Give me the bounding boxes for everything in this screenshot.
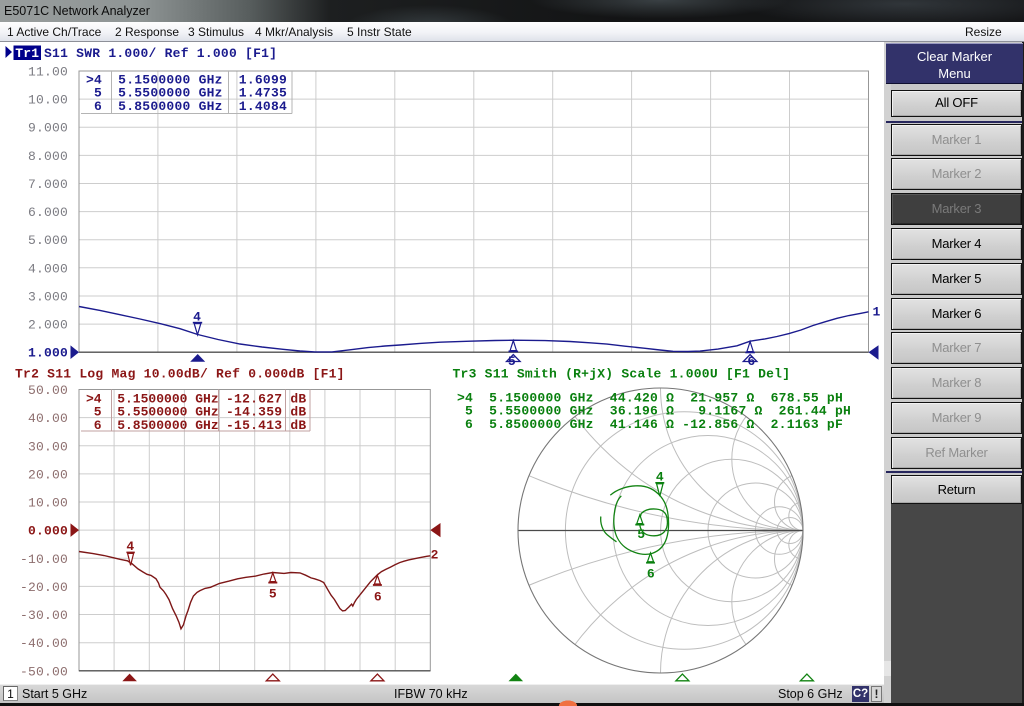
svg-text:10.00: 10.00 — [28, 496, 68, 511]
svg-text:5: 5 — [637, 527, 645, 542]
svg-text:-20.00: -20.00 — [20, 580, 68, 595]
svg-text:40.00: 40.00 — [28, 411, 68, 426]
svg-text:1: 1 — [873, 305, 881, 320]
svg-text:4.000: 4.000 — [28, 261, 68, 276]
svg-text:Tr3 S11 Smith (R+jX) Scale 1.0: Tr3 S11 Smith (R+jX) Scale 1.000U [F1 De… — [453, 367, 791, 382]
svg-text:S11 SWR 1.000/ Ref 1.000 [F1]: S11 SWR 1.000/ Ref 1.000 [F1] — [44, 46, 277, 61]
svg-text:-50.00: -50.00 — [20, 664, 68, 679]
svg-text:5: 5 — [269, 587, 277, 602]
svg-text:11.00: 11.00 — [28, 65, 68, 80]
svg-text:20.00: 20.00 — [28, 467, 68, 482]
svg-text:2: 2 — [431, 548, 439, 563]
svg-text:6: 6 — [374, 590, 382, 605]
svg-text:Tr2 S11 Log Mag 10.00dB/ Ref 0: Tr2 S11 Log Mag 10.00dB/ Ref 0.000dB [F1… — [15, 367, 345, 382]
svg-text:6 5.8500000 GHz: 6 5.8500000 GHz — [86, 418, 219, 433]
svg-text:-10.00: -10.00 — [20, 552, 68, 567]
svg-text:7.000: 7.000 — [28, 177, 68, 192]
svg-text:-30.00: -30.00 — [20, 608, 68, 623]
svg-text:-15.413 dB: -15.413 dB — [226, 418, 306, 433]
svg-text:30.00: 30.00 — [28, 439, 68, 454]
svg-text:50.00: 50.00 — [28, 383, 68, 398]
svg-text:-40.00: -40.00 — [20, 636, 68, 651]
svg-text:9.000: 9.000 — [28, 121, 68, 136]
svg-text:10.00: 10.00 — [28, 93, 68, 108]
svg-text:3.000: 3.000 — [28, 290, 68, 305]
svg-text:5.000: 5.000 — [28, 233, 68, 248]
svg-text:1.000: 1.000 — [28, 346, 68, 361]
svg-text:6: 6 — [647, 567, 655, 582]
svg-text:Tr1: Tr1 — [15, 46, 39, 61]
svg-text:2.000: 2.000 — [28, 318, 68, 333]
svg-text:0.000: 0.000 — [28, 524, 68, 539]
svg-text:6 5.8500000 GHz 1.4084: 6 5.8500000 GHz 1.4084 — [86, 99, 287, 114]
svg-text:6.000: 6.000 — [28, 205, 68, 220]
svg-text:6 5.8500000 GHz 41.146 Ω -12: 6 5.8500000 GHz 41.146 Ω -12.856 Ω 2.116… — [457, 417, 843, 432]
svg-text:8.000: 8.000 — [28, 149, 68, 164]
